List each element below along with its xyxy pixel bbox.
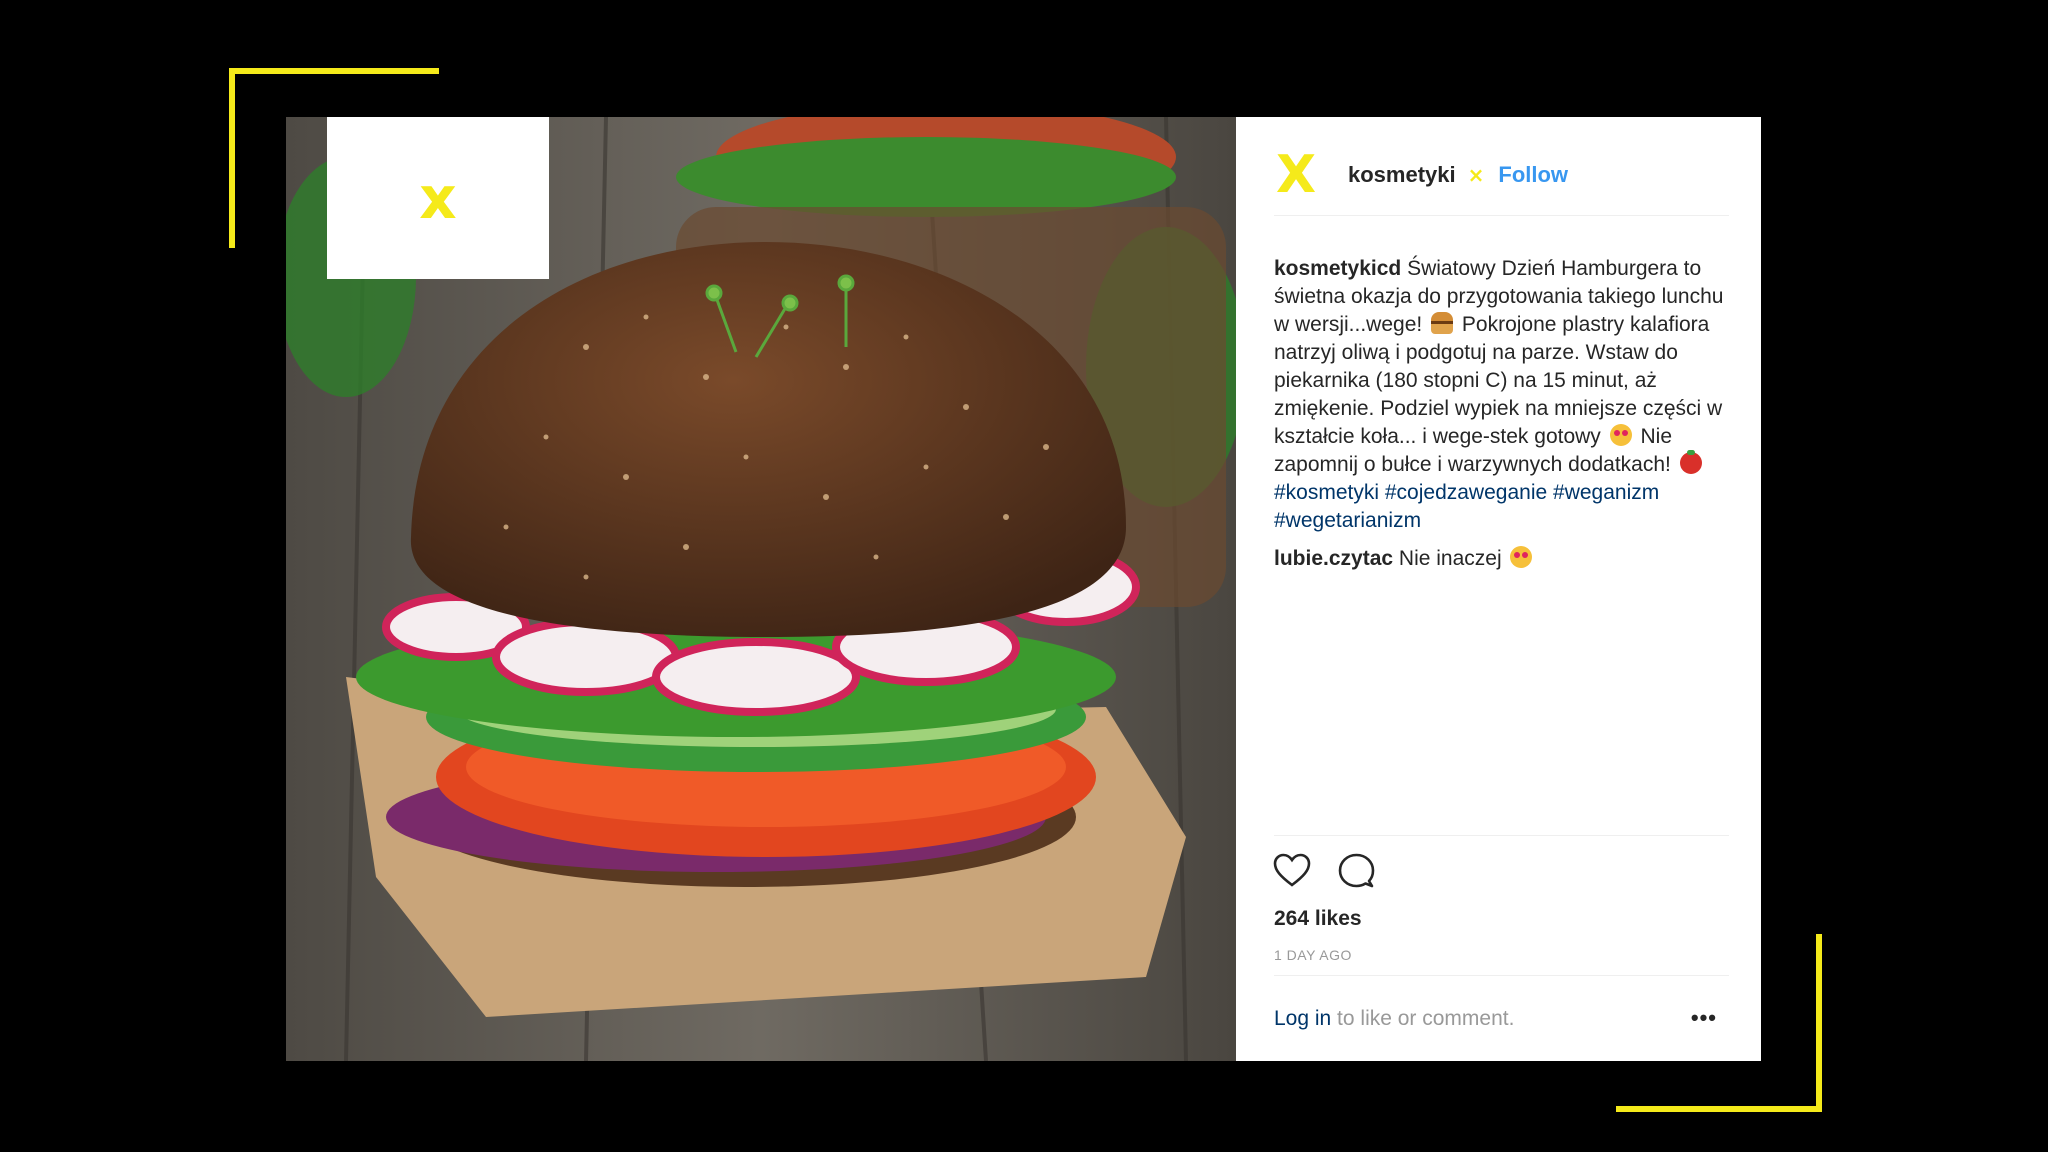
post-caption: kosmetykicd Światowy Dzień Hamburgera to…: [1274, 255, 1734, 573]
heart-icon[interactable]: [1272, 851, 1312, 891]
login-link[interactable]: Log in: [1274, 1007, 1331, 1030]
divider: [1274, 975, 1729, 976]
verified-badge-icon: ×: [1467, 163, 1485, 187]
follow-button[interactable]: Follow: [1498, 162, 1568, 188]
hashtag-link[interactable]: #weganizm: [1553, 481, 1659, 504]
post-actions: [1272, 851, 1376, 891]
caption-body: kosmetykicd Światowy Dzień Hamburgera to…: [1274, 255, 1734, 535]
comment-icon[interactable]: [1336, 851, 1376, 891]
login-prompt-text: to like or comment.: [1331, 1007, 1515, 1030]
hashtag-link[interactable]: #cojedzaweganie: [1385, 481, 1547, 504]
likes-count[interactable]: 264 likes: [1274, 907, 1362, 931]
post-side-panel: X kosmetyki × Follow kosmetykicd Światow…: [1236, 117, 1761, 1061]
post-header: X kosmetyki × Follow: [1274, 147, 1729, 216]
tomato-emoji-icon: [1679, 450, 1702, 474]
instagram-post-embed: x X kosmetyki × Follow kosmetykicd Świat…: [286, 117, 1761, 1061]
hashtag-link[interactable]: #wegetarianizm: [1274, 509, 1421, 532]
hashtag-link[interactable]: #kosmetyki: [1274, 481, 1379, 504]
divider: [1274, 835, 1729, 836]
comment-author-link[interactable]: lubie.czytac: [1274, 547, 1393, 570]
more-options-icon[interactable]: •••: [1691, 1005, 1717, 1031]
heart-eyes-emoji-icon: [1510, 546, 1533, 568]
login-prompt: Log in to like or comment.: [1274, 1007, 1514, 1031]
burger-emoji-icon: [1431, 312, 1454, 334]
avatar-logo-icon: X: [1275, 145, 1317, 205]
avatar[interactable]: X: [1274, 149, 1318, 201]
comment-item: lubie.czytac Nie inaczej: [1274, 545, 1734, 573]
username-link[interactable]: kosmetyki: [1348, 162, 1456, 188]
heart-eyes-emoji-icon: [1609, 424, 1632, 446]
post-timestamp: 1 DAY AGO: [1274, 947, 1352, 963]
caption-author-link[interactable]: kosmetykicd: [1274, 257, 1401, 280]
comment-text: Nie inaczej: [1393, 547, 1502, 570]
brand-logo-icon: x: [419, 164, 457, 232]
brand-logo-box: x: [327, 117, 549, 279]
post-photo[interactable]: x: [286, 117, 1236, 1061]
